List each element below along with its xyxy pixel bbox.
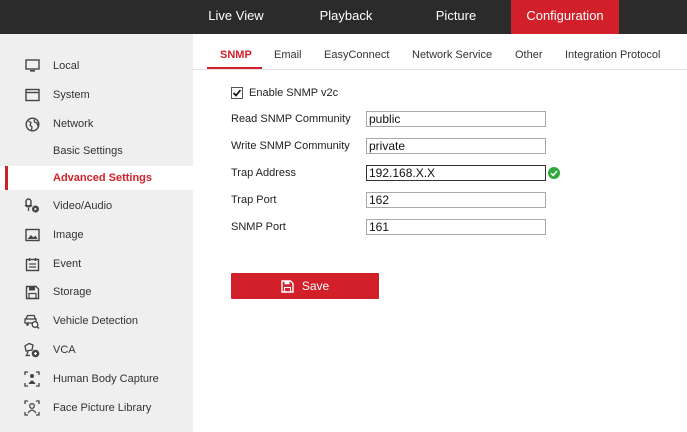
sidebar-item-face-picture-library[interactable]: Face Picture Library xyxy=(0,396,193,420)
trap-address-input[interactable] xyxy=(366,165,546,181)
nav-configuration[interactable]: Configuration xyxy=(511,0,619,34)
trap-address-label: Trap Address xyxy=(231,167,297,179)
sidebar-item-label: Network xyxy=(53,118,94,130)
tab-email[interactable]: Email xyxy=(274,49,302,69)
settings-tabs: SNMP Email EasyConnect Network Service O… xyxy=(193,34,687,72)
sidebar-item-label: Advanced Settings xyxy=(53,172,153,184)
write-community-label: Write SNMP Community xyxy=(231,140,350,152)
snmp-port-label: SNMP Port xyxy=(231,221,286,233)
sidebar-item-label: Image xyxy=(53,229,84,241)
sidebar-item-label: Event xyxy=(53,258,82,270)
sidebar-item-advanced-settings[interactable]: Advanced Settings xyxy=(0,166,193,190)
sidebar-item-basic-settings[interactable]: Basic Settings xyxy=(0,139,193,163)
sidebar-item-label: Storage xyxy=(53,286,92,298)
tab-easyconnect[interactable]: EasyConnect xyxy=(324,49,389,69)
sidebar-item-system[interactable]: System xyxy=(0,83,193,107)
sidebar-item-label: Human Body Capture xyxy=(53,373,159,385)
sidebar-item-human-body-capture[interactable]: Human Body Capture xyxy=(0,367,193,391)
sidebar: Local System Network Basic Settings Adva… xyxy=(0,34,193,432)
face-library-icon xyxy=(24,400,40,416)
tab-snmp[interactable]: SNMP xyxy=(220,49,252,69)
tabs-divider xyxy=(193,69,687,70)
sidebar-item-video-audio[interactable]: Video/Audio xyxy=(0,194,193,218)
sidebar-item-vca[interactable]: VCA xyxy=(0,338,193,362)
enable-snmp-v2c-label: Enable SNMP v2c xyxy=(249,87,339,99)
sidebar-item-label: Local xyxy=(53,60,80,72)
write-community-input[interactable] xyxy=(366,138,546,154)
system-window-icon xyxy=(24,87,40,103)
body-capture-icon xyxy=(24,371,40,387)
sidebar-item-label: Video/Audio xyxy=(53,200,113,212)
valid-check-icon xyxy=(548,167,560,179)
snmp-port-input[interactable] xyxy=(366,219,546,235)
nav-playback[interactable]: Playback xyxy=(306,0,386,34)
sidebar-item-storage[interactable]: Storage xyxy=(0,280,193,304)
nav-live-view[interactable]: Live View xyxy=(196,0,276,34)
save-button-label: Save xyxy=(301,279,330,293)
sidebar-item-label: System xyxy=(53,89,90,101)
sidebar-item-label: Face Picture Library xyxy=(53,402,152,414)
sidebar-item-image[interactable]: Image xyxy=(0,223,193,247)
nav-picture[interactable]: Picture xyxy=(418,0,494,34)
floppy-save-icon xyxy=(281,279,294,293)
sidebar-item-event[interactable]: Event xyxy=(0,252,193,276)
checkmark-icon xyxy=(232,89,242,97)
image-icon xyxy=(24,227,40,243)
floppy-icon xyxy=(24,284,40,300)
tab-integration-protocol[interactable]: Integration Protocol xyxy=(565,49,660,69)
sidebar-item-label: VCA xyxy=(53,344,76,356)
tab-other[interactable]: Other xyxy=(515,49,543,69)
sidebar-item-local[interactable]: Local xyxy=(0,54,193,78)
sidebar-item-label: Vehicle Detection xyxy=(53,315,138,327)
trap-port-label: Trap Port xyxy=(231,194,277,206)
sidebar-item-network[interactable]: Network xyxy=(0,112,193,136)
save-button[interactable]: Save xyxy=(231,273,379,299)
monitor-icon xyxy=(24,58,40,74)
vehicle-search-icon xyxy=(24,313,40,329)
trap-port-input[interactable] xyxy=(366,192,546,208)
top-navigation-bar: Live View Playback Picture Configuration xyxy=(0,0,687,34)
camera-mic-icon xyxy=(24,198,40,214)
sidebar-item-vehicle-detection[interactable]: Vehicle Detection xyxy=(0,309,193,333)
tab-network-service[interactable]: Network Service xyxy=(412,49,492,69)
read-community-label: Read SNMP Community xyxy=(231,113,351,125)
selected-indicator xyxy=(5,166,8,190)
read-community-input[interactable] xyxy=(366,111,546,127)
calendar-icon xyxy=(24,256,40,272)
vca-icon xyxy=(24,342,40,358)
enable-snmp-v2c-checkbox[interactable] xyxy=(231,87,243,99)
sidebar-item-label: Basic Settings xyxy=(53,145,123,157)
globe-icon xyxy=(24,116,40,132)
